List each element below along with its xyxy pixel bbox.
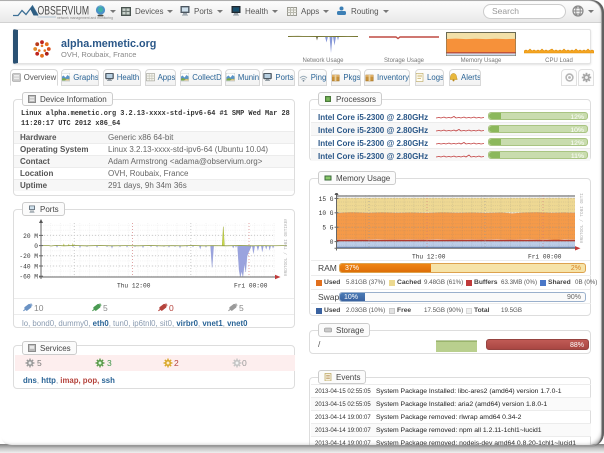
svg-text:10 G: 10 G <box>319 210 334 217</box>
svg-text:15 G: 15 G <box>319 196 334 203</box>
svg-text:Thu 12:00: Thu 12:00 <box>117 283 151 290</box>
svg-text:RRDTOOL / TOBI OETIKER: RRDTOOL / TOBI OETIKER <box>580 193 585 243</box>
svg-text:0: 0 <box>330 239 334 246</box>
svg-text:-20 M: -20 M <box>19 253 38 260</box>
svg-text:RRDTOOL / TOBI OETIKER: RRDTOOL / TOBI OETIKER <box>284 219 289 276</box>
svg-text:0: 0 <box>34 243 38 250</box>
svg-text:-60 M: -60 M <box>19 274 38 281</box>
svg-text:Fri 00:00: Fri 00:00 <box>234 283 268 290</box>
svg-text:5 G: 5 G <box>322 225 333 232</box>
svg-text:20 M: 20 M <box>23 233 38 240</box>
svg-text:-40 M: -40 M <box>19 263 38 270</box>
